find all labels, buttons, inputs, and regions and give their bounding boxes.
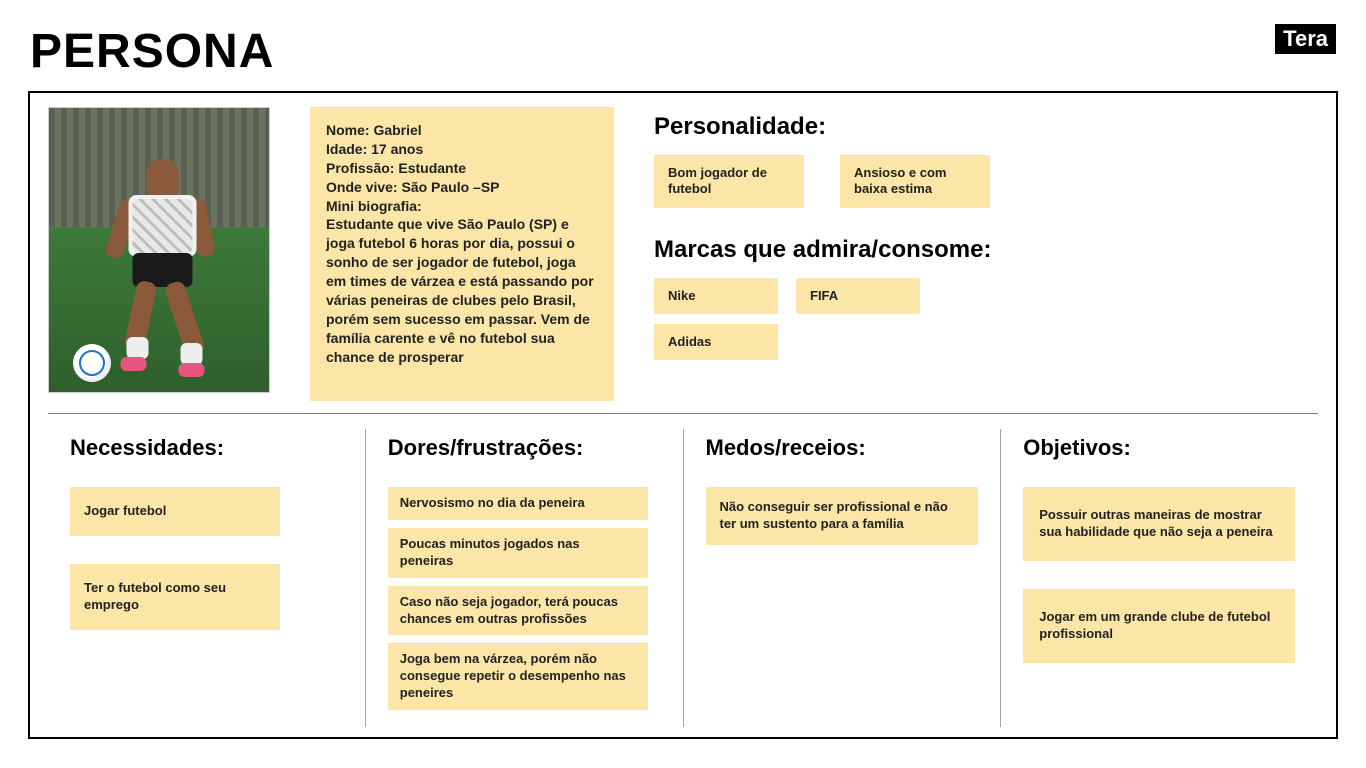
bio-idade: Idade: 17 anos — [326, 140, 598, 159]
page-title: PERSONA — [30, 24, 274, 79]
bio-card: Nome: Gabriel Idade: 17 anos Profissão: … — [310, 107, 614, 401]
dores-title: Dores/frustrações: — [388, 435, 661, 461]
necessidade-item: Jogar futebol — [70, 487, 280, 536]
marcas-title: Marcas que admira/consome: — [654, 236, 1318, 264]
bio-mini-text: Estudante que vive São Paulo (SP) e joga… — [326, 215, 598, 366]
bio-mini-label: Mini biografia: — [326, 197, 598, 216]
personalidade-item: Bom jogador de futebol — [654, 155, 804, 208]
divider — [48, 413, 1318, 414]
dor-item: Nervosismo no dia da peneira — [388, 487, 648, 520]
personalidade-item: Ansioso e com baixa estima — [840, 155, 990, 208]
dor-item: Joga bem na várzea, porém não consegue r… — [388, 643, 648, 710]
marca-item: FIFA — [796, 278, 920, 314]
bio-onde: Onde vive: São Paulo –SP — [326, 178, 598, 197]
necessidade-item: Ter o futebol como seu emprego — [70, 564, 280, 630]
bio-profissao: Profissão: Estudante — [326, 159, 598, 178]
medo-item: Não conseguir ser profissional e não ter… — [706, 487, 978, 545]
dor-item: Caso não seja jogador, terá poucas chanc… — [388, 586, 648, 636]
brand-logo: Tera — [1275, 24, 1336, 54]
persona-frame: Nome: Gabriel Idade: 17 anos Profissão: … — [28, 91, 1338, 739]
marca-item: Nike — [654, 278, 778, 314]
personalidade-title: Personalidade: — [654, 113, 1318, 141]
marca-item: Adidas — [654, 324, 778, 360]
medos-title: Medos/receios: — [706, 435, 979, 461]
dor-item: Poucas minutos jogados nas peneiras — [388, 528, 648, 578]
persona-photo — [48, 107, 270, 393]
objetivos-title: Objetivos: — [1023, 435, 1296, 461]
necessidades-title: Necessidades: — [70, 435, 343, 461]
objetivo-item: Possuir outras maneiras de mostrar sua h… — [1023, 487, 1295, 561]
bio-nome: Nome: Gabriel — [326, 121, 598, 140]
objetivo-item: Jogar em um grande clube de futebol prof… — [1023, 589, 1295, 663]
